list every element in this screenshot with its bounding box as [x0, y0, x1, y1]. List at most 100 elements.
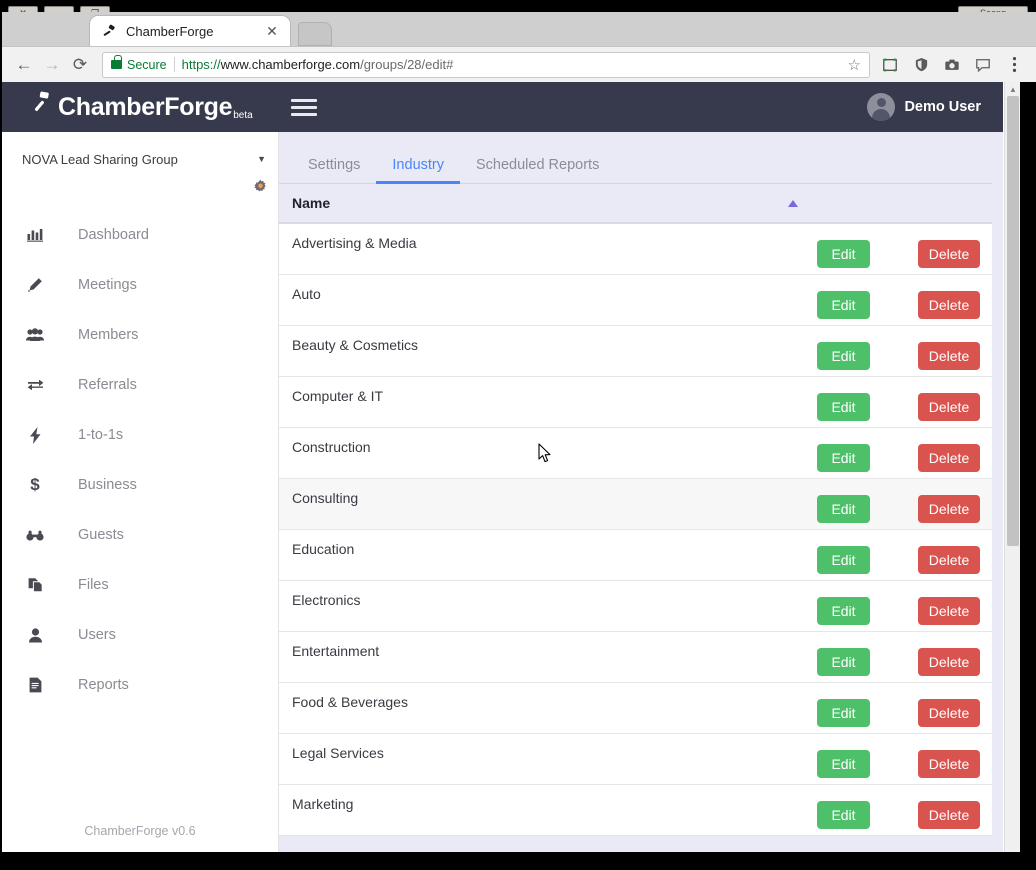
industry-name: Food & Beverages: [292, 694, 408, 710]
sidebar-item-label: Reports: [78, 677, 129, 693]
delete-button[interactable]: Delete: [918, 495, 980, 523]
table-row[interactable]: Food & Beverages Edit Delete: [279, 683, 992, 734]
new-tab-button[interactable]: [298, 22, 332, 46]
sidebar-item-referrals[interactable]: Referrals: [2, 360, 278, 410]
binoculars-icon: [22, 530, 48, 541]
exchange-arrows-icon: [22, 378, 48, 392]
sidebar-item-users[interactable]: Users: [2, 610, 278, 660]
bookmark-star-icon[interactable]: ☆: [848, 56, 861, 74]
sidebar-item-meetings[interactable]: Meetings: [2, 260, 278, 310]
row-actions: Edit Delete: [817, 495, 980, 523]
sidebar-item-guests[interactable]: Guests: [2, 510, 278, 560]
industry-name: Entertainment: [292, 643, 379, 659]
omnibox-divider: [174, 57, 175, 72]
sidebar-item-members[interactable]: Members: [2, 310, 278, 360]
tab-scheduled-reports[interactable]: Scheduled Reports: [460, 149, 615, 183]
camera-icon[interactable]: [938, 51, 966, 79]
industry-name: Education: [292, 541, 354, 557]
table-row[interactable]: Marketing Edit Delete: [279, 785, 992, 836]
delete-button[interactable]: Delete: [918, 444, 980, 472]
row-actions: Edit Delete: [817, 291, 980, 319]
edit-button[interactable]: Edit: [817, 393, 870, 421]
industry-name: Consulting: [292, 490, 358, 506]
edit-button[interactable]: Edit: [817, 546, 870, 574]
sidebar-item-files[interactable]: Files: [2, 560, 278, 610]
table-row[interactable]: Electronics Edit Delete: [279, 581, 992, 632]
edit-button[interactable]: Edit: [817, 342, 870, 370]
edit-button[interactable]: Edit: [817, 597, 870, 625]
sidebar-item-label: Members: [78, 327, 138, 343]
sidebar-item-business[interactable]: $ Business: [2, 460, 278, 510]
delete-button[interactable]: Delete: [918, 648, 980, 676]
gavel-icon: [100, 22, 118, 40]
delete-button[interactable]: Delete: [918, 750, 980, 778]
cast-icon[interactable]: [876, 51, 904, 79]
edit-button[interactable]: Edit: [817, 444, 870, 472]
table-row[interactable]: Legal Services Edit Delete: [279, 734, 992, 785]
edit-button[interactable]: Edit: [817, 699, 870, 727]
delete-button[interactable]: Delete: [918, 801, 980, 829]
table-row[interactable]: Auto Edit Delete: [279, 275, 992, 326]
address-bar[interactable]: Secure https://www.chamberforge.com/grou…: [102, 52, 870, 78]
page-scrollbar[interactable]: ▲: [1004, 82, 1020, 852]
users-icon: [22, 328, 48, 342]
delete-button[interactable]: Delete: [918, 597, 980, 625]
delete-button[interactable]: Delete: [918, 291, 980, 319]
sidebar-item-reports[interactable]: Reports: [2, 660, 278, 710]
scrollbar-thumb[interactable]: [1007, 96, 1019, 546]
shield-icon[interactable]: [907, 51, 935, 79]
edit-button[interactable]: Edit: [817, 240, 870, 268]
delete-button[interactable]: Delete: [918, 546, 980, 574]
menu-dots-icon[interactable]: [1000, 51, 1028, 79]
sidebar-item-dashboard[interactable]: Dashboard: [2, 210, 278, 260]
table-row[interactable]: Beauty & Cosmetics Edit Delete: [279, 326, 992, 377]
app-header: ChamberForge beta Demo User: [2, 82, 1003, 132]
hamburger-icon[interactable]: [291, 94, 317, 120]
gear-icon[interactable]: [253, 179, 268, 198]
table-row[interactable]: Advertising & Media Edit Delete: [279, 224, 992, 275]
url-path: /groups/28/edit#: [360, 57, 453, 72]
edit-button[interactable]: Edit: [817, 801, 870, 829]
edit-button[interactable]: Edit: [817, 291, 870, 319]
table-row[interactable]: Consulting Edit Delete: [279, 479, 992, 530]
edit-button[interactable]: Edit: [817, 750, 870, 778]
sort-ascending-icon[interactable]: [788, 200, 798, 207]
main-content: Settings Industry Scheduled Reports Name…: [279, 132, 1003, 852]
scroll-up-icon[interactable]: ▲: [1005, 82, 1020, 96]
sidebar-nav: Dashboard Meetings: [2, 210, 278, 710]
delete-button[interactable]: Delete: [918, 393, 980, 421]
url-host: www.chamberforge.com: [221, 57, 360, 72]
sidebar-item-1-to-1s[interactable]: 1-to-1s: [2, 410, 278, 460]
tab-settings[interactable]: Settings: [292, 149, 376, 183]
table-row[interactable]: Education Edit Delete: [279, 530, 992, 581]
industry-name: Construction: [292, 439, 371, 455]
column-header-name[interactable]: Name: [292, 195, 330, 211]
delete-button[interactable]: Delete: [918, 240, 980, 268]
comment-icon[interactable]: [969, 51, 997, 79]
table-row[interactable]: Computer & IT Edit Delete: [279, 377, 992, 428]
copy-files-icon: [22, 577, 48, 593]
document-icon: [22, 677, 48, 693]
close-icon[interactable]: ✕: [264, 23, 280, 39]
tab-industry[interactable]: Industry: [376, 149, 460, 183]
delete-button[interactable]: Delete: [918, 699, 980, 727]
table-row[interactable]: Entertainment Edit Delete: [279, 632, 992, 683]
back-icon[interactable]: ←: [10, 51, 38, 79]
sidebar-item-label: Files: [78, 577, 109, 593]
group-selector[interactable]: NOVA Lead Sharing Group ▼: [2, 144, 278, 174]
delete-button[interactable]: Delete: [918, 342, 980, 370]
industry-name: Auto: [292, 286, 321, 302]
user-menu[interactable]: Demo User: [867, 82, 981, 132]
table-row[interactable]: Construction Edit Delete: [279, 428, 992, 479]
sidebar-item-label: Meetings: [78, 277, 137, 293]
app-logo[interactable]: ChamberForge beta: [32, 94, 253, 120]
industry-name: Electronics: [292, 592, 360, 608]
edit-button[interactable]: Edit: [817, 495, 870, 523]
industry-name: Marketing: [292, 796, 353, 812]
forward-icon[interactable]: →: [38, 51, 66, 79]
edit-button[interactable]: Edit: [817, 648, 870, 676]
browser-tab[interactable]: ChamberForge ✕: [90, 16, 290, 46]
reload-icon[interactable]: ⟳: [66, 51, 94, 79]
url-text: https://www.chamberforge.com/groups/28/e…: [182, 57, 842, 72]
app-version-label: ChamberForge v0.6: [2, 824, 278, 838]
